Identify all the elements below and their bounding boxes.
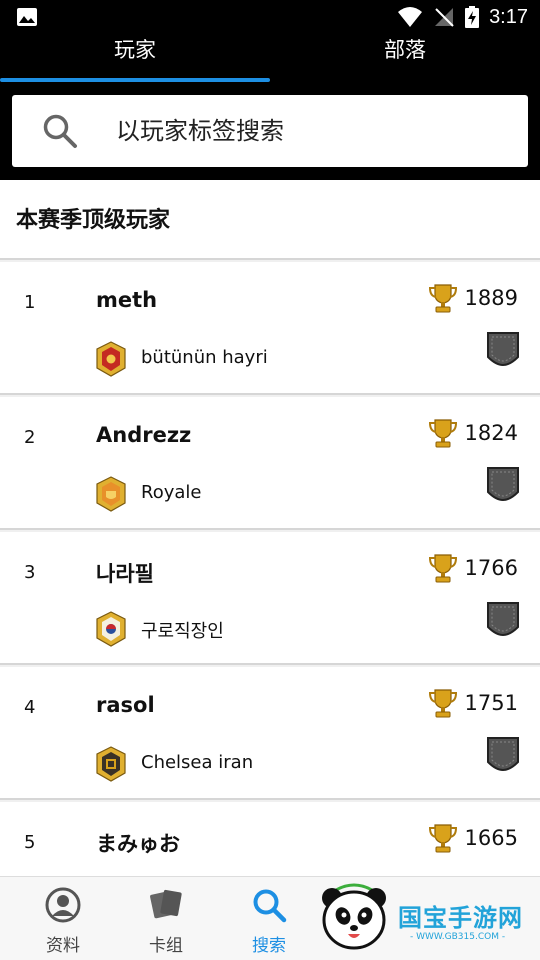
trophy-icon [428,284,457,313]
clan-badge-icon [96,611,126,647]
section-title: 本赛季顶级玩家 [16,208,171,233]
search-input[interactable] [116,109,506,153]
wifi-icon [398,7,423,27]
tab-players-label: 玩家 [114,38,156,62]
player-rank: 2 [24,427,36,448]
clock: 3:17 [489,5,528,28]
no-signal-icon [435,8,454,27]
clan-name: Royale [141,482,202,503]
active-tab-indicator [0,78,270,82]
clan-name: Chelsea iran [141,752,254,773]
nav-cards-label: 卡组 [149,936,183,956]
tab-players[interactable]: 玩家 [0,34,270,78]
player-rank: 1 [24,292,36,313]
trophy-value: 1665 [464,826,518,850]
battery-charging-icon [465,6,480,28]
trophy-value: 1824 [464,421,518,445]
player-name: 나라필 [96,562,154,586]
trophy-count: 1824 [427,417,518,449]
trophy-value: 1889 [464,286,518,310]
clan-badge-icon [96,746,126,782]
nav-cards[interactable]: 卡组 [116,877,216,960]
search-box[interactable] [12,95,528,167]
trophy-value: 1751 [464,691,518,715]
trophy-icon [428,689,457,718]
player-rank: 4 [24,697,36,718]
player-rank: 3 [24,562,36,583]
player-row[interactable]: 2 Andrezz 1824 Royale [0,397,540,530]
card-slot-icon [487,467,519,502]
trophy-count: 1751 [427,687,518,719]
tab-clans-label: 部落 [384,38,426,62]
clan-badge-icon [96,341,126,377]
trophy-icon [428,824,457,853]
clan-name: bütünün hayri [141,347,268,368]
clan-name: 구로직장인 [141,621,224,642]
trophy-icon [428,419,457,448]
cards-icon [150,889,182,919]
player-name: Andrezz [96,423,192,447]
status-bar: 3:17 [0,0,540,34]
profile-icon [45,887,81,923]
nav-profile-label: 资料 [46,936,80,956]
nav-search-label: 搜索 [252,936,286,956]
tab-clans[interactable]: 部落 [270,34,540,78]
player-row[interactable]: 4 rasol 1751 Chelsea iran [0,667,540,800]
clan-badge-icon [96,476,126,512]
tab-bar: 玩家 部落 [0,34,540,84]
image-notification-icon [17,8,37,26]
section-header: 本赛季顶级玩家 [0,180,540,260]
card-slot-icon [487,332,519,367]
panda-logo-icon [322,883,386,950]
trophy-count: 1766 [427,552,518,584]
player-name: まみゅお [96,832,180,856]
player-name: rasol [96,693,155,717]
player-rank: 5 [24,832,36,853]
watermark-text: 国宝手游网 [398,904,523,932]
player-row[interactable]: 3 나라필 1766 구로직장인 [0,532,540,665]
search-icon [253,889,287,923]
search-area [0,84,540,180]
nav-search[interactable]: 搜索 [219,877,319,960]
watermark-url: - WWW.GB315.COM - [410,932,506,942]
trophy-value: 1766 [464,556,518,580]
nav-profile[interactable]: 资料 [13,877,113,960]
player-row[interactable]: 1 meth 1889 bütünün hayri [0,262,540,395]
trophy-count: 1889 [427,282,518,314]
trophy-icon [428,554,457,583]
card-slot-icon [487,602,519,637]
trophy-count: 1665 [427,822,518,854]
card-slot-icon [487,737,519,772]
search-icon [43,114,77,148]
player-name: meth [96,288,158,312]
